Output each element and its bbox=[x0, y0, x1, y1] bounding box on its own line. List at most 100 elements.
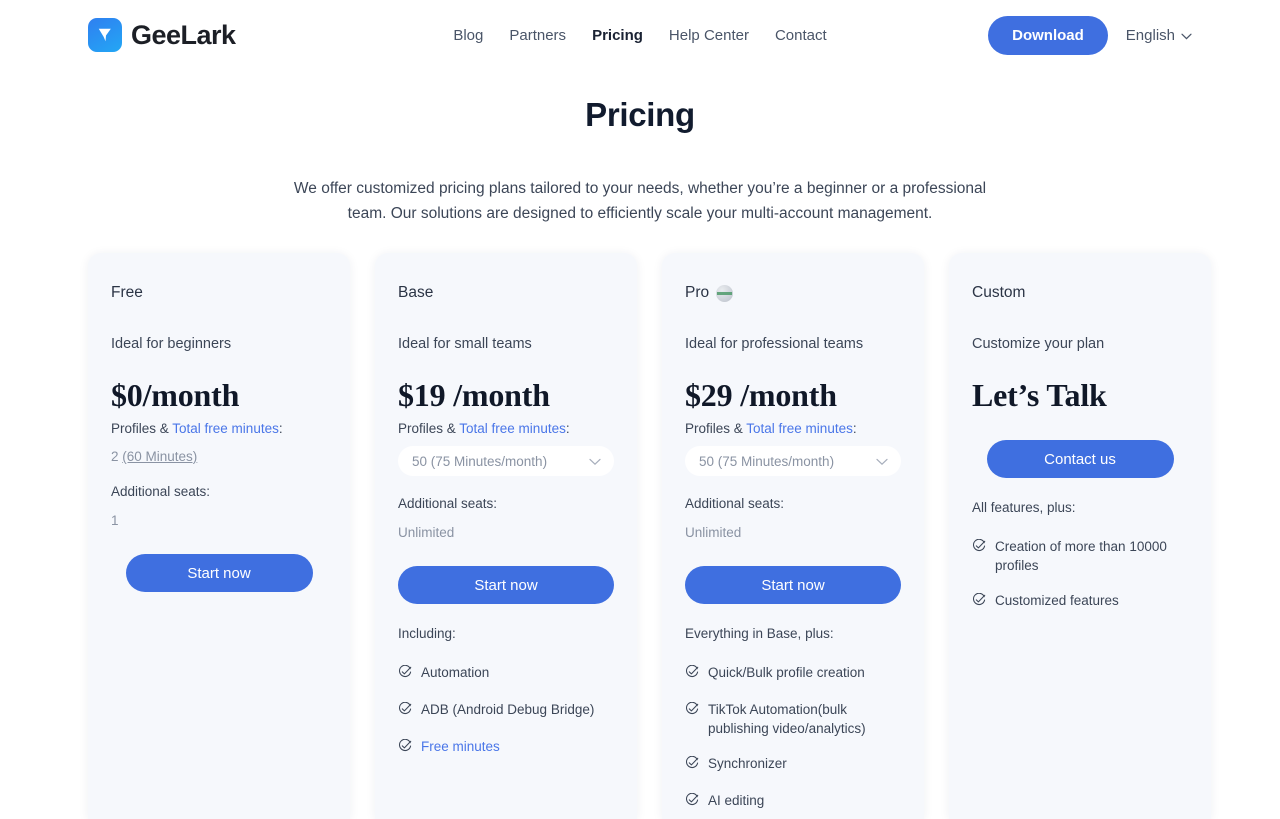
chevron-down-icon bbox=[1181, 27, 1192, 44]
plan-price: $19 /month bbox=[398, 377, 550, 413]
nav-item-help-center[interactable]: Help Center bbox=[669, 27, 749, 44]
start-now-button[interactable]: Start now bbox=[685, 566, 901, 604]
feature-item: AI editing bbox=[685, 791, 901, 812]
total-free-minutes-link[interactable]: Total free minutes bbox=[459, 421, 566, 436]
contact-us-button[interactable]: Contact us bbox=[986, 440, 1174, 478]
plan-name-label: Base bbox=[398, 284, 434, 301]
profiles-count: 2 bbox=[111, 449, 123, 464]
page-title: Pricing bbox=[585, 96, 695, 133]
pricing-cards: Free Ideal for beginners $0/month Profiles … bbox=[88, 253, 1218, 819]
language-label: English bbox=[1125, 26, 1175, 44]
features-list: Automation ADB (Android Debug Bridge) Free… bbox=[398, 663, 614, 758]
chevron-down-icon bbox=[589, 454, 601, 469]
profiles-select-value: 50 (75 Minutes/month) bbox=[699, 453, 835, 469]
seats-value: Unlimited bbox=[685, 525, 742, 540]
plan-tagline: Ideal for small teams bbox=[398, 336, 532, 352]
feature-item: TikTok Automation(bulk publishing video/… bbox=[685, 700, 901, 738]
nav-item-contact[interactable]: Contact bbox=[775, 27, 827, 44]
features-title: Including: bbox=[398, 626, 456, 641]
check-circle-icon bbox=[398, 701, 412, 721]
feature-item: Synchronizer bbox=[685, 754, 901, 775]
plan-tagline: Ideal for professional teams bbox=[685, 336, 864, 352]
feature-item: Creation of more than 10000 profiles bbox=[972, 537, 1188, 575]
check-circle-icon bbox=[685, 664, 699, 684]
plan-name: Free bbox=[111, 283, 327, 303]
features-list: Quick/Bulk profile creation TikTok Automa… bbox=[685, 663, 901, 812]
check-circle-icon bbox=[398, 664, 412, 684]
plan-price: $29 /month bbox=[685, 377, 837, 413]
seats-label: Additional seats: bbox=[398, 496, 498, 511]
plan-price: Let’s Talk bbox=[972, 377, 1107, 413]
check-circle-icon bbox=[685, 701, 699, 721]
language-selector[interactable]: English bbox=[1126, 27, 1192, 44]
nav-item-blog[interactable]: Blog bbox=[453, 27, 483, 44]
brand-logo[interactable]: GeeLark bbox=[88, 18, 236, 52]
plan-tagline: Ideal for beginners bbox=[111, 336, 232, 352]
check-circle-icon bbox=[972, 592, 986, 612]
plan-tagline: Customize your plan bbox=[972, 336, 1105, 352]
profiles-label-prefix: Profiles & bbox=[111, 421, 173, 436]
plan-name-label: Free bbox=[111, 284, 143, 301]
features-title: Everything in Base, plus: bbox=[685, 626, 834, 641]
pricing-card-base: Base Ideal for small teams $19 /month Profi… bbox=[375, 253, 637, 819]
seats-label: Additional seats: bbox=[111, 484, 211, 499]
feature-label: Automation bbox=[421, 665, 490, 680]
plan-name: Custom bbox=[972, 283, 1188, 303]
profiles-minutes[interactable]: (60 Minutes) bbox=[122, 449, 197, 464]
profiles-select-value: 50 (75 Minutes/month) bbox=[412, 453, 548, 469]
page-subtitle: We offer customized pricing plans tailor… bbox=[293, 180, 987, 222]
check-circle-icon bbox=[685, 755, 699, 775]
hero-section: Pricing We offer customized pricing plan… bbox=[0, 70, 1280, 226]
pro-badge-icon bbox=[716, 284, 734, 302]
profiles-label-suffix: : bbox=[565, 421, 570, 436]
check-circle-icon bbox=[972, 538, 986, 558]
plan-name-label: Pro bbox=[685, 284, 710, 301]
profiles-label-suffix: : bbox=[278, 421, 283, 436]
profiles-label-prefix: Profiles & bbox=[685, 421, 747, 436]
plan-name-label: Custom bbox=[972, 284, 1026, 301]
seats-label: Additional seats: bbox=[685, 496, 785, 511]
geelark-bird-logo-icon bbox=[88, 18, 122, 52]
feature-label: Customized features bbox=[995, 593, 1119, 608]
profiles-value: 2 (60 Minutes) bbox=[111, 449, 327, 464]
feature-label: Free minutes bbox=[421, 739, 500, 754]
pricing-card-custom: Custom Customize your plan Let’s Talk Conta… bbox=[949, 253, 1211, 819]
nav-item-partners[interactable]: Partners bbox=[509, 27, 566, 44]
pricing-page: GeeLark Download English Blog Partners Pri… bbox=[0, 0, 1280, 819]
profiles-select[interactable]: 50 (75 Minutes/month) bbox=[398, 446, 614, 476]
pricing-card-pro: Pro Ideal for professional teams $29 /mont… bbox=[662, 253, 924, 819]
feature-label: Quick/Bulk profile creation bbox=[708, 665, 865, 680]
feature-label: AI editing bbox=[708, 793, 765, 808]
profiles-label-suffix: : bbox=[852, 421, 857, 436]
total-free-minutes-link[interactable]: Total free minutes bbox=[172, 421, 279, 436]
start-now-button[interactable]: Start now bbox=[125, 554, 313, 592]
profiles-label: Profiles & Total free minutes: bbox=[685, 421, 901, 436]
check-circle-icon bbox=[398, 738, 412, 758]
features-title: All features, plus: bbox=[972, 500, 1076, 515]
plan-name: Base bbox=[398, 283, 614, 303]
feature-item: Quick/Bulk profile creation bbox=[685, 663, 901, 684]
profiles-select[interactable]: 50 (75 Minutes/month) bbox=[685, 446, 901, 476]
nav-item-pricing[interactable]: Pricing bbox=[592, 27, 643, 44]
header-actions: Download English bbox=[988, 15, 1192, 55]
seats-value: Unlimited bbox=[398, 525, 455, 540]
feature-item[interactable]: Free minutes bbox=[398, 737, 614, 758]
seats-value: 1 bbox=[111, 513, 119, 528]
feature-label: Synchronizer bbox=[708, 756, 787, 771]
feature-item: Customized features bbox=[972, 591, 1188, 612]
start-now-button[interactable]: Start now bbox=[398, 566, 614, 604]
feature-label: TikTok Automation(bulk publishing video/… bbox=[708, 702, 866, 736]
download-button[interactable]: Download bbox=[988, 15, 1108, 55]
profiles-label: Profiles & Total free minutes: bbox=[111, 421, 327, 436]
feature-label: ADB (Android Debug Bridge) bbox=[421, 702, 595, 717]
feature-item: Automation bbox=[398, 663, 614, 684]
check-circle-icon bbox=[685, 792, 699, 812]
profiles-label: Profiles & Total free minutes: bbox=[398, 421, 614, 436]
feature-label: Creation of more than 10000 profiles bbox=[995, 539, 1167, 573]
brand-name: GeeLark bbox=[131, 19, 236, 50]
features-list: Creation of more than 10000 profiles Cust… bbox=[972, 537, 1188, 612]
total-free-minutes-link[interactable]: Total free minutes bbox=[746, 421, 853, 436]
feature-item: ADB (Android Debug Bridge) bbox=[398, 700, 614, 721]
profiles-label-prefix: Profiles & bbox=[398, 421, 460, 436]
plan-name: Pro bbox=[685, 283, 901, 303]
